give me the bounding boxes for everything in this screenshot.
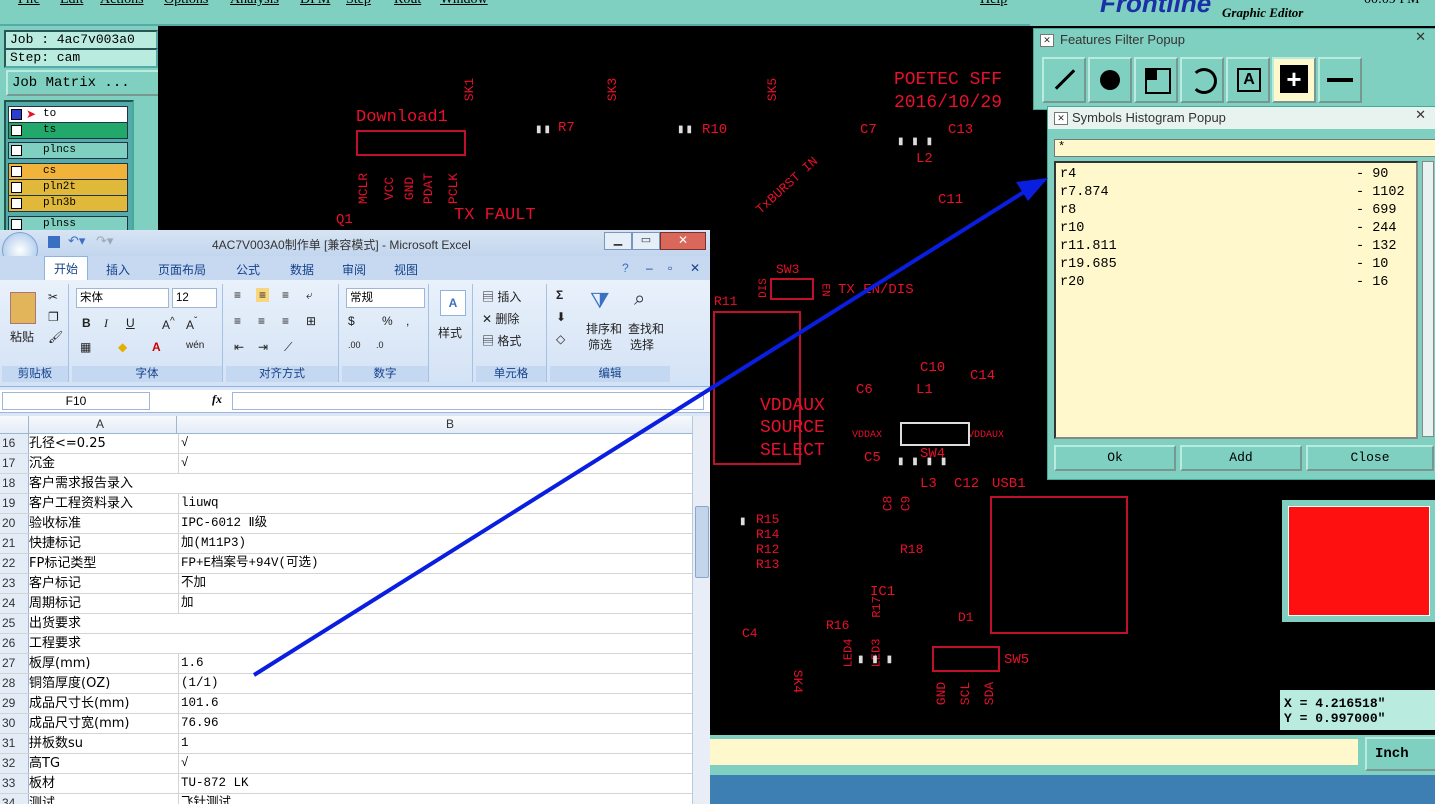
annotation-arrow: [252, 178, 1048, 677]
arrow-line: [252, 185, 1034, 677]
arrow-head: [1016, 178, 1048, 201]
